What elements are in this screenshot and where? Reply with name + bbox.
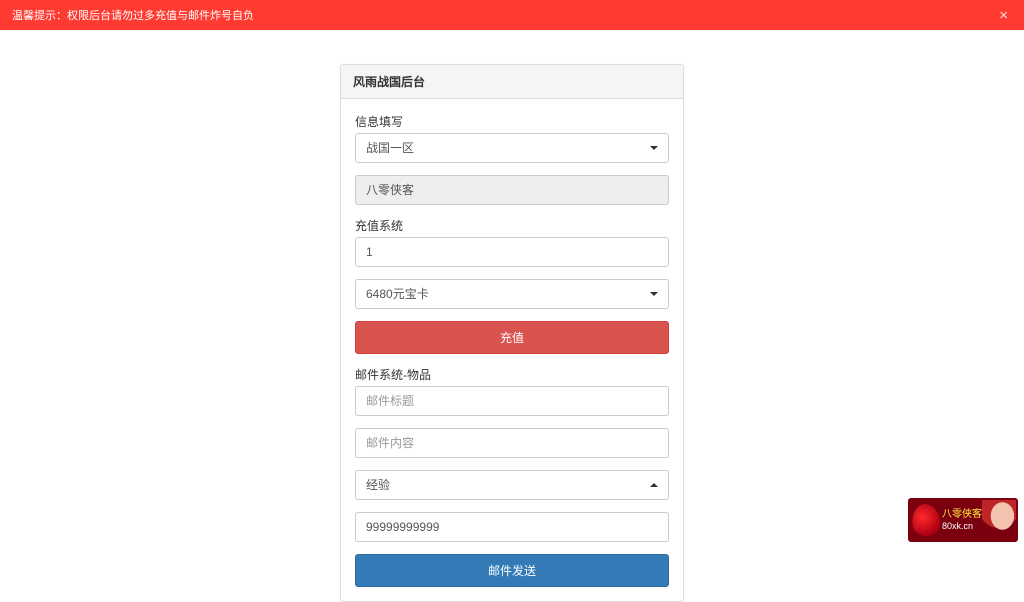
caret-up-icon: [650, 483, 658, 487]
mail-title-input[interactable]: [355, 386, 669, 416]
section-mail-label: 邮件系统-物品: [355, 366, 669, 383]
panel-title: 风雨战国后台: [341, 65, 683, 99]
alert-banner: 温馨提示：权限后台请勿过多充值与邮件炸号自负 ×: [0, 0, 1024, 30]
watermark-badge: 八零侠客 80xk.cn: [908, 498, 1018, 542]
account-readonly: 八零侠客: [355, 175, 669, 205]
section-recharge-label: 充值系统: [355, 217, 669, 234]
recharge-count-input[interactable]: [355, 237, 669, 267]
alert-text: 温馨提示：权限后台请勿过多充值与邮件炸号自负: [12, 7, 254, 23]
mail-item-value: 经验: [366, 475, 390, 495]
close-icon[interactable]: ×: [995, 8, 1012, 23]
mail-amount-input[interactable]: [355, 512, 669, 542]
caret-down-icon: [650, 292, 658, 296]
mail-item-select[interactable]: 经验: [355, 470, 669, 500]
server-select-value: 战国一区: [366, 138, 414, 158]
recharge-button[interactable]: 充值: [355, 321, 669, 354]
card-select-value: 6480元宝卡: [366, 284, 429, 304]
mail-send-button[interactable]: 邮件发送: [355, 554, 669, 587]
mail-content-input[interactable]: [355, 428, 669, 458]
section-info-label: 信息填写: [355, 113, 669, 130]
caret-down-icon: [650, 146, 658, 150]
watermark-title: 八零侠客: [942, 509, 982, 521]
watermark-url: 80xk.cn: [942, 521, 982, 532]
card-select[interactable]: 6480元宝卡: [355, 279, 669, 309]
admin-panel: 风雨战国后台 信息填写 战国一区 八零侠客 充值系统 6480元宝卡: [340, 64, 684, 602]
server-select[interactable]: 战国一区: [355, 133, 669, 163]
